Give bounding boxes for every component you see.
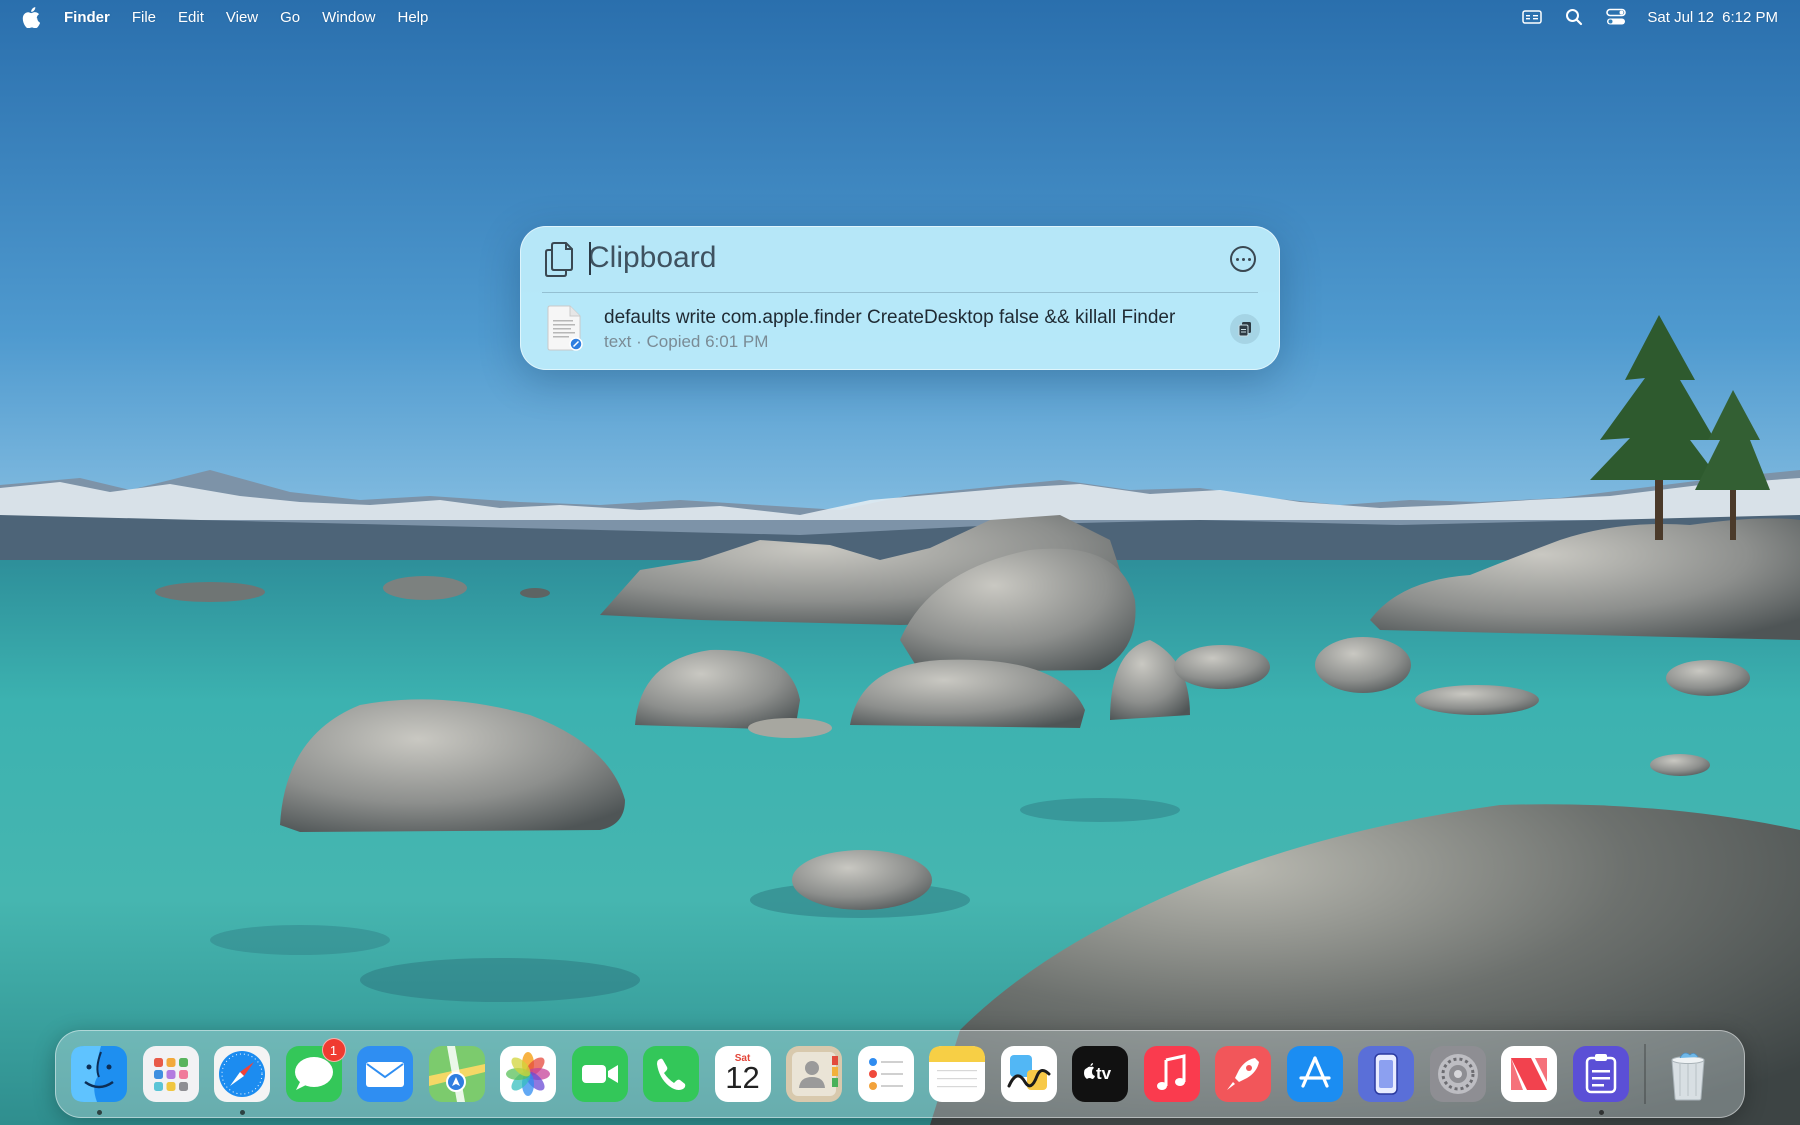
running-indicator: [97, 1110, 102, 1115]
dock-mail[interactable]: [357, 1046, 413, 1102]
clipboard-item-text: defaults write com.apple.finder CreateDe…: [604, 307, 1176, 328]
mail-icon: [357, 1046, 413, 1102]
dock-notes[interactable]: [929, 1046, 985, 1102]
dock-maps[interactable]: [428, 1046, 485, 1102]
menu-bar-clock[interactable]: Sat Jul 12 6:12 PM: [1647, 9, 1778, 26]
maps-icon: [428, 1046, 485, 1102]
calendar-date: 12: [725, 1060, 760, 1095]
dock-finder[interactable]: [71, 1046, 127, 1115]
dock-phone[interactable]: [643, 1046, 699, 1102]
clipboard-documents-icon: [542, 240, 576, 278]
dock-app-store[interactable]: [1286, 1046, 1343, 1102]
copy-button[interactable]: [1230, 314, 1260, 344]
dock-system-settings[interactable]: [1429, 1046, 1486, 1102]
system-settings-icon: [1429, 1046, 1486, 1102]
menu-edit[interactable]: Edit: [178, 9, 204, 26]
safari-icon: [214, 1046, 270, 1102]
dock-separator: [1644, 1044, 1646, 1104]
desktop-wallpaper: [0, 0, 1800, 1125]
dock-rocket[interactable]: [1215, 1046, 1271, 1102]
contacts-icon: [786, 1046, 842, 1102]
more-options-button[interactable]: [1230, 246, 1256, 272]
menu-window[interactable]: Window: [322, 9, 375, 26]
menu-view[interactable]: View: [226, 9, 258, 26]
iphone-mirroring-icon: [1358, 1046, 1414, 1102]
dock: 1 Sat 12 tv: [55, 1030, 1745, 1118]
dock-reminders[interactable]: [857, 1046, 914, 1102]
launchpad-icon: [142, 1046, 199, 1102]
running-indicator: [1598, 1110, 1604, 1115]
clipboard-divider: [542, 292, 1258, 293]
phone-icon: [643, 1046, 699, 1102]
facetime-icon: [571, 1046, 628, 1102]
music-icon: [1143, 1046, 1200, 1102]
menu-file[interactable]: File: [132, 9, 156, 26]
dock-clipboard-app[interactable]: [1572, 1046, 1629, 1115]
menu-go[interactable]: Go: [280, 9, 300, 26]
menu-bar: Finder File Edit View Go Window Help Sat…: [0, 0, 1800, 34]
clock-time: 6:12 PM: [1722, 8, 1778, 26]
reminders-icon: [857, 1046, 914, 1102]
dock-photos[interactable]: [500, 1046, 556, 1102]
photos-icon: [500, 1046, 556, 1102]
dock-facetime[interactable]: [571, 1046, 628, 1102]
running-indicator: [240, 1110, 245, 1115]
copy-icon: [1238, 322, 1251, 337]
more-dot-icon: [1247, 257, 1251, 261]
clipboard-item[interactable]: defaults write com.apple.finder CreateDe…: [520, 298, 1280, 362]
dock-tv[interactable]: tv: [1072, 1046, 1128, 1102]
dock-messages[interactable]: 1: [285, 1038, 346, 1102]
notification-badge: 1: [321, 1038, 346, 1062]
tv-label: tv: [1096, 1064, 1112, 1083]
menu-help[interactable]: Help: [398, 9, 429, 26]
apple-menu-icon[interactable]: [22, 6, 42, 28]
clipboard-header: [520, 226, 1280, 292]
dock-contacts[interactable]: [786, 1046, 842, 1102]
tv-icon: tv: [1072, 1046, 1128, 1102]
text-cursor: [589, 242, 591, 275]
clipboard-panel: defaults write com.apple.finder CreateDe…: [520, 226, 1280, 370]
trash-icon: [1671, 1052, 1705, 1101]
freeform-icon: [1000, 1046, 1057, 1102]
dock-freeform[interactable]: [1000, 1046, 1057, 1102]
rocket-icon: [1215, 1046, 1271, 1102]
clipboard-item-meta: text · Copied 6:01 PM: [604, 332, 769, 351]
dock-calendar[interactable]: Sat 12: [714, 1046, 771, 1102]
clipboard-search-input[interactable]: [588, 236, 1148, 280]
menu-app-name[interactable]: Finder: [64, 9, 110, 26]
text-document-icon: [544, 304, 584, 352]
dock-launchpad[interactable]: [142, 1046, 199, 1102]
more-dot-icon: [1235, 257, 1239, 261]
dock-safari[interactable]: [214, 1046, 270, 1115]
clipboard-app-icon: [1572, 1046, 1629, 1102]
dock-trash[interactable]: [1660, 1046, 1716, 1102]
input-menu-icon[interactable]: [1521, 7, 1543, 27]
clock-date: Sat Jul 12: [1647, 8, 1715, 26]
control-center-icon[interactable]: [1605, 7, 1627, 27]
news-icon: [1501, 1046, 1557, 1102]
dock-iphone-mirroring[interactable]: [1358, 1046, 1414, 1102]
dock-music[interactable]: [1143, 1046, 1200, 1102]
more-dot-icon: [1241, 257, 1245, 261]
app-store-icon: [1286, 1046, 1343, 1102]
finder-icon: [71, 1046, 127, 1102]
dock-news[interactable]: [1501, 1046, 1557, 1102]
notes-icon: [929, 1046, 985, 1102]
spotlight-search-icon[interactable]: [1563, 7, 1585, 27]
